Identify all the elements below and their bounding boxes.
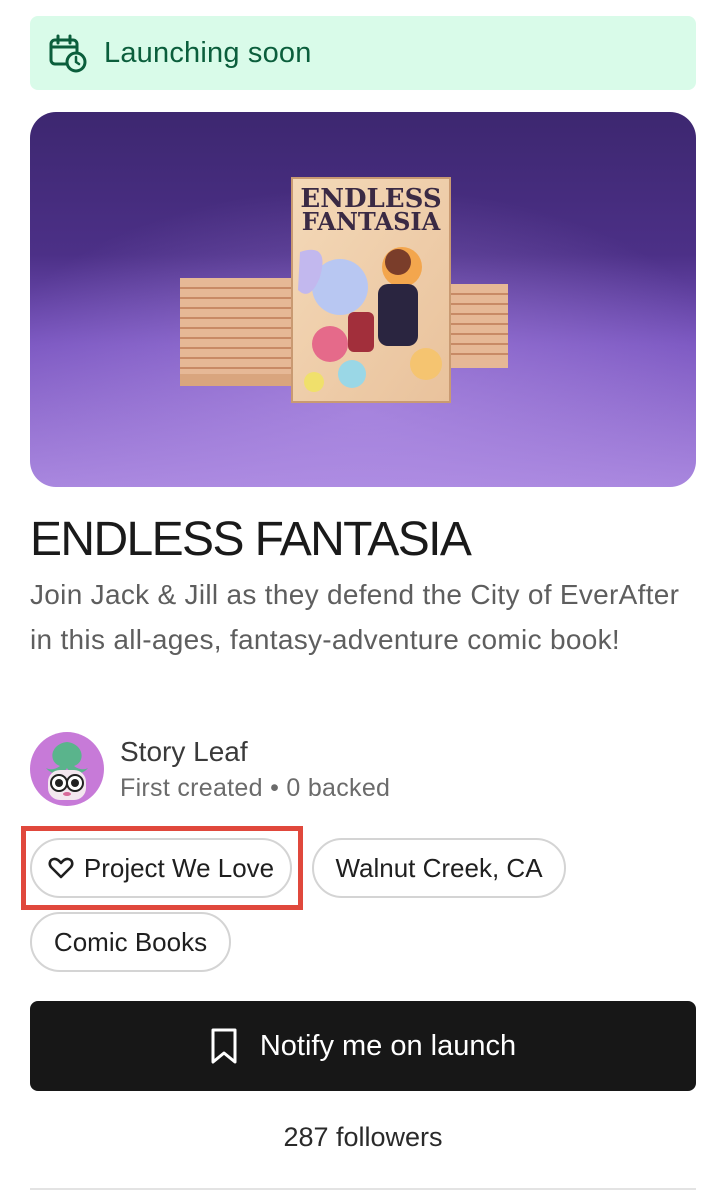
creator-block[interactable]: Story Leaf First created • 0 backed [30, 732, 390, 806]
followers-count: 287 followers [283, 1122, 443, 1152]
comic-cover: ENDLESS FANTASIA [291, 177, 451, 403]
cover-title-line2: FANTASIA [302, 207, 441, 236]
divider [30, 1188, 696, 1190]
category-label: Comic Books [53, 926, 208, 957]
notify-me-button[interactable]: Notify me on launch [30, 1001, 696, 1091]
creator-meta: First created • 0 backed [120, 773, 391, 802]
project-hero-image[interactable]: ENDLESS FANTASIA [30, 112, 696, 487]
project-title: ENDLESS FANTASIA [30, 513, 472, 566]
location-label: Walnut Creek, CA [335, 852, 543, 883]
notify-me-label: Notify me on launch [259, 1029, 517, 1062]
book-stack-right [442, 284, 508, 368]
bookmark-icon [210, 1027, 238, 1065]
project-description: Join Jack & Jill as they defend the City… [30, 579, 680, 655]
creator-name[interactable]: Story Leaf [120, 736, 390, 768]
launch-status-banner: Launching soon [30, 16, 696, 90]
highlight-box [21, 826, 303, 910]
creator-avatar[interactable] [30, 732, 104, 806]
location-tag[interactable]: Walnut Creek, CA [312, 838, 566, 898]
launch-status-label: Launching soon [104, 36, 312, 69]
book-stack-left [180, 278, 298, 386]
calendar-clock-icon [48, 33, 88, 73]
category-tag[interactable]: Comic Books [30, 912, 231, 972]
